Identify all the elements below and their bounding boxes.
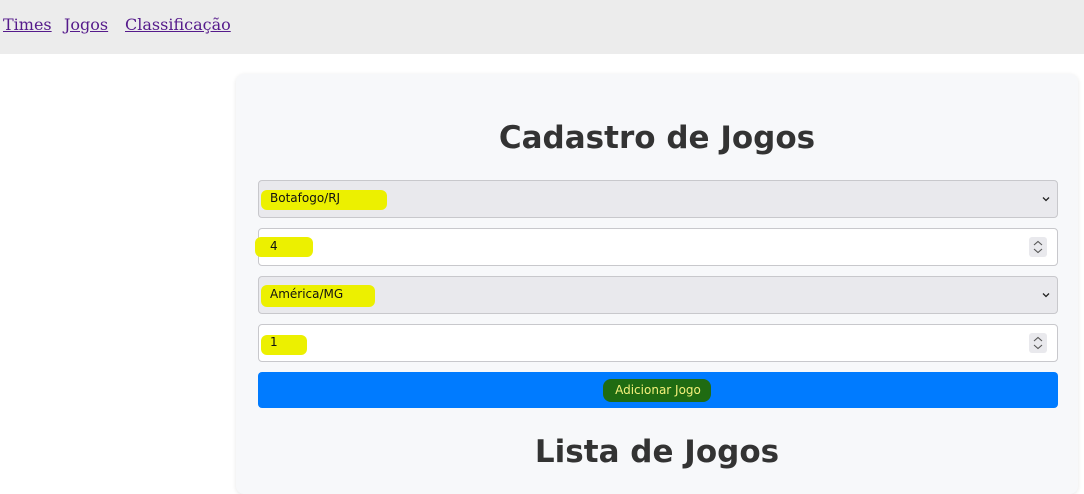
spinner-icon[interactable]: [1029, 333, 1047, 353]
nav-link-times[interactable]: Times: [3, 15, 52, 34]
highlight-mark: [261, 335, 307, 355]
away-score-value: 1: [270, 335, 278, 349]
form-card: Cadastro de Jogos Botafogo/RJ 4 América/…: [236, 74, 1078, 494]
home-score-input[interactable]: 4: [255, 228, 1058, 266]
add-game-button[interactable]: Adicionar Jogo: [258, 372, 1058, 408]
add-game-button-label: Adicionar Jogo: [615, 383, 701, 397]
away-team-select[interactable]: América/MG: [258, 276, 1058, 314]
chevron-down-icon: [1042, 293, 1050, 298]
spinner-icon[interactable]: [1029, 237, 1047, 257]
nav-link-classificacao[interactable]: Classificação: [125, 15, 231, 34]
nav-link-jogos[interactable]: Jogos: [64, 15, 108, 34]
away-team-value: América/MG: [270, 287, 344, 301]
home-team-value: Botafogo/RJ: [270, 191, 341, 205]
home-team-select[interactable]: Botafogo/RJ: [258, 180, 1058, 218]
chevron-down-icon: [1042, 197, 1050, 202]
highlight-mark: [255, 237, 313, 257]
home-score-value: 4: [270, 239, 278, 253]
form-title: Cadastro de Jogos: [498, 120, 816, 156]
top-nav: Times Jogos Classificação: [0, 0, 1084, 54]
list-title: Lista de Jogos: [534, 434, 780, 470]
away-score-input[interactable]: 1: [258, 324, 1058, 362]
